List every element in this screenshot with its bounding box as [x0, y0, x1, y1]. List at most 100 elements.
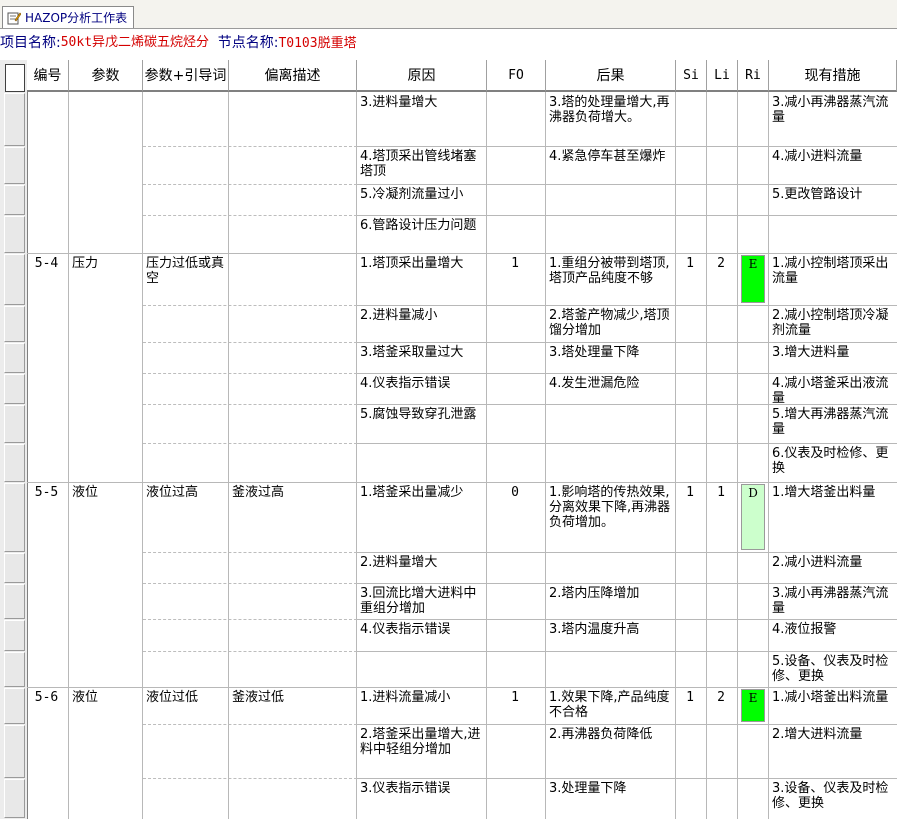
cell-consequence[interactable]: 4.紧急停车甚至爆炸 — [546, 147, 675, 184]
cell-deviation[interactable] — [229, 374, 356, 404]
cell-fo[interactable] — [487, 374, 545, 404]
cell-measures[interactable]: 1.减小控制塔顶采出流量 — [769, 254, 896, 305]
cell-consequence[interactable] — [546, 405, 675, 443]
cell-consequence[interactable]: 2.塔釜产物减少,塔顶馏分增加 — [546, 306, 675, 342]
cell-deviation[interactable] — [229, 343, 356, 373]
row-header[interactable] — [4, 147, 25, 184]
cell-cause[interactable]: 5.腐蚀导致穿孔泄露 — [357, 405, 486, 443]
cell-li[interactable] — [707, 93, 737, 146]
cell-consequence[interactable]: 2.再沸器负荷降低 — [546, 725, 675, 778]
cell-li[interactable] — [707, 553, 737, 583]
cell-measures[interactable]: 1.增大塔釜出料量 — [769, 483, 896, 552]
cell-fo[interactable] — [487, 553, 545, 583]
cell-guide-word[interactable] — [143, 652, 228, 687]
cell-fo[interactable] — [487, 652, 545, 687]
cell-id[interactable] — [27, 553, 68, 583]
header-si[interactable]: Si — [676, 60, 707, 92]
header-id[interactable]: 编号 — [27, 60, 69, 92]
cell-measures[interactable]: 2.减小进料流量 — [769, 553, 896, 583]
header-li[interactable]: Li — [707, 60, 738, 92]
cell-li[interactable]: 2 — [707, 254, 737, 305]
cell-cause[interactable]: 3.回流比增大进料中重组分增加 — [357, 584, 486, 619]
cell-measures[interactable]: 4.液位报警 — [769, 620, 896, 651]
cell-cause[interactable] — [357, 652, 486, 687]
row-header[interactable] — [4, 584, 25, 619]
cell-param[interactable] — [69, 620, 142, 651]
cell-li[interactable] — [707, 779, 737, 818]
risk-level-cell[interactable]: D — [741, 484, 765, 550]
header-guide-word[interactable]: 参数+引导词 — [143, 60, 229, 92]
cell-deviation[interactable] — [229, 185, 356, 215]
cell-deviation[interactable] — [229, 444, 356, 482]
tab-hazop-worksheet[interactable]: HAZOP分析工作表 — [2, 6, 135, 28]
cell-deviation[interactable] — [229, 254, 356, 305]
risk-level-cell[interactable]: E — [741, 689, 765, 722]
cell-fo[interactable] — [487, 405, 545, 443]
select-all-corner[interactable] — [5, 64, 25, 92]
cell-deviation[interactable] — [229, 725, 356, 778]
cell-param[interactable] — [69, 405, 142, 443]
cell-guide-word[interactable] — [143, 584, 228, 619]
cell-li[interactable]: 2 — [707, 688, 737, 724]
row-header[interactable] — [4, 688, 25, 724]
cell-measures[interactable]: 3.增大进料量 — [769, 343, 896, 373]
cell-measures[interactable]: 4.减小塔釜采出液流量 — [769, 374, 896, 404]
cell-cause[interactable]: 1.进料流量减小 — [357, 688, 486, 724]
row-header[interactable] — [4, 553, 25, 583]
row-header[interactable] — [4, 779, 25, 818]
cell-si[interactable] — [676, 343, 706, 373]
cell-param[interactable] — [69, 725, 142, 778]
cell-si[interactable] — [676, 185, 706, 215]
cell-li[interactable] — [707, 374, 737, 404]
cell-si[interactable] — [676, 93, 706, 146]
cell-fo[interactable] — [487, 93, 545, 146]
cell-guide-word[interactable] — [143, 185, 228, 215]
cell-consequence[interactable]: 3.塔内温度升高 — [546, 620, 675, 651]
cell-fo[interactable] — [487, 620, 545, 651]
cell-measures[interactable]: 3.减小再沸器蒸汽流量 — [769, 584, 896, 619]
cell-si[interactable] — [676, 306, 706, 342]
cell-consequence[interactable]: 4.发生泄漏危险 — [546, 374, 675, 404]
cell-id[interactable] — [27, 147, 68, 184]
header-fo[interactable]: FO — [487, 60, 546, 92]
cell-li[interactable] — [707, 725, 737, 778]
cell-li[interactable] — [707, 216, 737, 253]
cell-param[interactable] — [69, 584, 142, 619]
risk-level-cell[interactable]: E — [741, 255, 765, 303]
cell-guide-word[interactable] — [143, 725, 228, 778]
cell-param[interactable] — [69, 93, 142, 146]
header-cause[interactable]: 原因 — [357, 60, 487, 92]
cell-cause[interactable]: 3.进料量增大 — [357, 93, 486, 146]
cell-si[interactable] — [676, 652, 706, 687]
cell-measures[interactable]: 5.更改管路设计 — [769, 185, 896, 215]
cell-deviation[interactable]: 釜液过高 — [229, 483, 356, 552]
cell-si[interactable] — [676, 553, 706, 583]
row-header[interactable] — [4, 652, 25, 687]
cell-fo[interactable] — [487, 216, 545, 253]
header-measures[interactable]: 现有措施 — [769, 60, 897, 92]
cell-cause[interactable]: 2.塔釜采出量增大,进料中轻组分增加 — [357, 725, 486, 778]
cell-consequence[interactable] — [546, 652, 675, 687]
row-header[interactable] — [4, 374, 25, 404]
row-header[interactable] — [4, 343, 25, 373]
cell-param[interactable] — [69, 185, 142, 215]
cell-id[interactable] — [27, 374, 68, 404]
cell-li[interactable] — [707, 584, 737, 619]
cell-id[interactable] — [27, 216, 68, 253]
cell-fo[interactable] — [487, 725, 545, 778]
cell-cause[interactable]: 4.塔顶采出管线堵塞塔顶 — [357, 147, 486, 184]
cell-param[interactable]: 液位 — [69, 483, 142, 552]
cell-li[interactable] — [707, 444, 737, 482]
header-param[interactable]: 参数 — [69, 60, 143, 92]
cell-guide-word[interactable] — [143, 405, 228, 443]
cell-consequence[interactable]: 3.塔的处理量增大,再沸器负荷增大。 — [546, 93, 675, 146]
cell-cause[interactable]: 2.进料量减小 — [357, 306, 486, 342]
cell-consequence[interactable]: 3.塔处理量下降 — [546, 343, 675, 373]
cell-guide-word[interactable] — [143, 306, 228, 342]
cell-consequence[interactable]: 2.塔内压降增加 — [546, 584, 675, 619]
cell-li[interactable] — [707, 343, 737, 373]
cell-cause[interactable]: 6.管路设计压力问题 — [357, 216, 486, 253]
row-header[interactable] — [4, 405, 25, 443]
cell-si[interactable] — [676, 147, 706, 184]
hazop-grid[interactable]: 编号 参数 参数+引导词 偏离描述 原因 FO 后果 Si Li Ri 现有措施 3.进料量增大 3.塔… — [0, 60, 897, 819]
